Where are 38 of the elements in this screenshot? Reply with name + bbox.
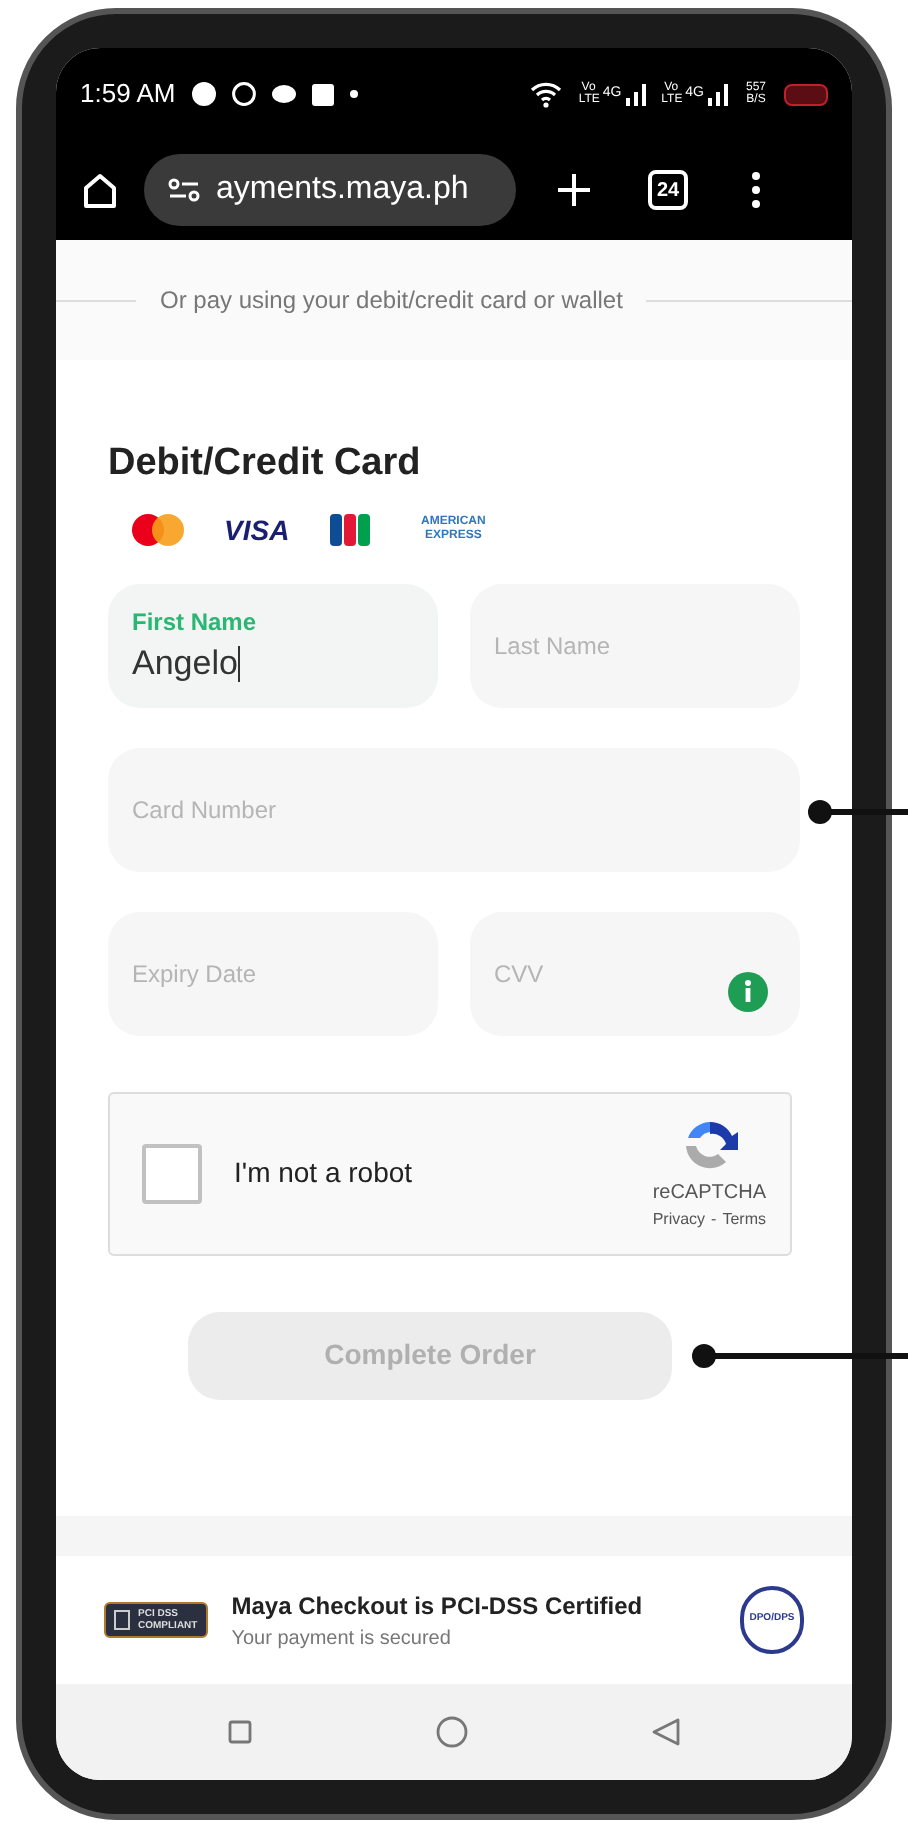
status-time: 1:59 AM bbox=[80, 76, 176, 113]
tab-count[interactable]: 24 bbox=[648, 170, 688, 210]
field-placeholder: Expiry Date bbox=[132, 957, 259, 991]
jcb-logo-icon bbox=[329, 514, 370, 546]
captcha-label: I'm not a robot bbox=[234, 1154, 415, 1192]
url-text: ayments.maya.ph bbox=[216, 170, 469, 210]
field-placeholder: CVV bbox=[494, 957, 546, 991]
dot-icon bbox=[349, 90, 358, 98]
home-circle-icon[interactable] bbox=[436, 1716, 468, 1748]
card-title: Debit/Credit Card bbox=[108, 440, 423, 488]
privacy-link[interactable]: Privacy bbox=[652, 1208, 706, 1232]
back-icon[interactable] bbox=[652, 1718, 680, 1746]
signal-icon bbox=[625, 83, 646, 105]
terms-link[interactable]: Terms bbox=[722, 1208, 766, 1232]
home-icon[interactable] bbox=[80, 170, 120, 210]
input-field[interactable]: First Name Angelo bbox=[108, 583, 438, 707]
recents-icon[interactable] bbox=[228, 1720, 252, 1744]
captcha-checkbox[interactable] bbox=[142, 1143, 202, 1203]
footer-title: Maya Checkout is PCI-DSS Certified bbox=[231, 1589, 645, 1623]
recaptcha-label: reCAPTCHA bbox=[652, 1180, 766, 1208]
visa-logo: VISA bbox=[224, 511, 290, 549]
more-icon[interactable] bbox=[752, 172, 760, 208]
field-placeholder: Last Name bbox=[494, 629, 613, 663]
field-label: First Name bbox=[132, 605, 259, 639]
wifi-icon bbox=[530, 81, 563, 107]
link-separator: - bbox=[711, 1208, 717, 1232]
battery-icon bbox=[784, 83, 828, 105]
info-icon[interactable] bbox=[728, 971, 768, 1011]
mastercard-logo-icon bbox=[132, 514, 184, 546]
field-placeholder: Card Number bbox=[132, 793, 279, 827]
plus-icon[interactable] bbox=[556, 172, 592, 208]
divider-text: Or pay using your debit/credit card or wallet bbox=[160, 284, 623, 318]
tune-icon[interactable] bbox=[168, 178, 200, 202]
signal-icon bbox=[708, 83, 728, 105]
footer-subtitle: Your payment is secured bbox=[231, 1625, 453, 1653]
address-bar[interactable]: ayments.maya.ph bbox=[144, 154, 516, 226]
field-value: Angelo bbox=[132, 641, 243, 687]
document-icon bbox=[114, 1610, 130, 1630]
